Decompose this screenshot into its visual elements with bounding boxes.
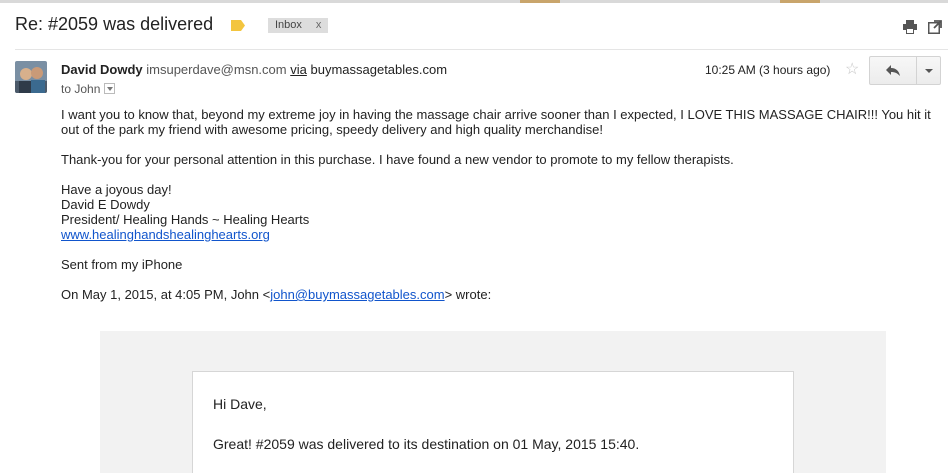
sender-avatar[interactable] — [15, 61, 47, 93]
quoted-message-card: Hi Dave, Great! #2059 was delivered to i… — [192, 371, 794, 473]
quoted-message-text: Great! #2059 was delivered to its destin… — [213, 436, 640, 452]
more-options-button[interactable] — [916, 56, 941, 85]
email-timestamp: 10:25 AM (3 hours ago) — [705, 63, 831, 77]
recipient-text: to John — [61, 82, 101, 96]
remove-label-icon[interactable]: x — [316, 19, 322, 31]
new-window-icon[interactable] — [928, 20, 942, 34]
quoted-sender-email-link[interactable]: john@buymassagetables.com — [270, 287, 444, 302]
via-domain: buymassagetables.com — [310, 62, 448, 77]
body-line: I want you to know that, beyond my extre… — [61, 107, 931, 122]
signature: Have a joyous day! David E Dowdy Preside… — [61, 182, 309, 242]
show-details-dropdown-icon[interactable] — [104, 83, 116, 94]
body-line: Thank-you for your personal attention in… — [61, 152, 734, 167]
reply-icon — [886, 65, 900, 76]
label-tag-icon[interactable] — [231, 20, 245, 31]
sent-from-text: Sent from my iPhone — [61, 257, 183, 272]
quote-attribution-prefix: On May 1, 2015, at 4:05 PM, John < — [61, 287, 271, 302]
top-border-accent — [520, 0, 560, 3]
quote-attribution: On May 1, 2015, at 4:05 PM, John <john@b… — [61, 287, 491, 302]
star-icon[interactable]: ☆ — [845, 59, 859, 79]
print-icon[interactable] — [903, 20, 917, 34]
body-line: out of the park my friend with awesome p… — [61, 122, 603, 137]
body-paragraph: Thank-you for your personal attention in… — [61, 152, 734, 167]
top-border — [0, 0, 948, 3]
subject-bar: Re: #2059 was delivered Inbox x — [0, 8, 948, 42]
sender-email: imsuperdave@msn.com — [146, 62, 287, 77]
recipient-line: to John — [61, 82, 116, 96]
via-link[interactable]: via — [290, 62, 307, 77]
top-border-accent — [780, 0, 820, 3]
body-paragraph: I want you to know that, beyond my extre… — [61, 107, 931, 137]
inbox-label-chip[interactable]: Inbox x — [268, 18, 329, 33]
signature-line: David E Dowdy — [61, 197, 150, 212]
signature-line: President/ Healing Hands ~ Healing Heart… — [61, 212, 310, 227]
email-subject: Re: #2059 was delivered — [15, 14, 214, 34]
sender-line: David Dowdy imsuperdave@msn.com via buym… — [61, 62, 447, 77]
sent-from-line: Sent from my iPhone — [61, 257, 182, 272]
reply-button[interactable] — [869, 56, 917, 85]
quoted-greeting: Hi Dave, — [213, 396, 267, 412]
sender-name[interactable]: David Dowdy — [61, 62, 143, 77]
quote-attribution-suffix: > wrote: — [444, 287, 492, 302]
header-divider — [15, 49, 948, 50]
signature-website-link[interactable]: www.healinghandshealinghearts.org — [61, 227, 309, 242]
inbox-label-text: Inbox — [275, 19, 302, 31]
signature-line: Have a joyous day! — [61, 182, 172, 197]
